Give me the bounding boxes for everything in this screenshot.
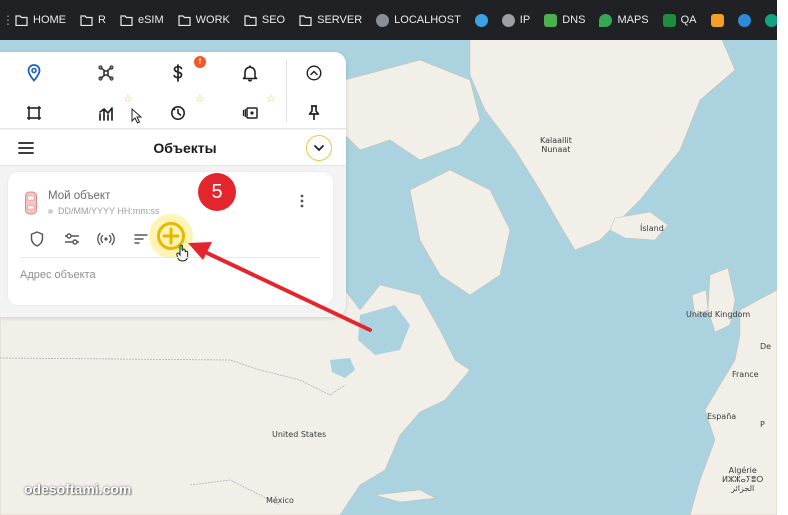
sort-icon[interactable]: [132, 230, 150, 248]
hamburger-menu-icon[interactable]: [18, 141, 34, 155]
folder-icon: [299, 14, 312, 26]
bookmark-seo[interactable]: SEO: [237, 8, 292, 32]
globe-icon: [501, 13, 515, 27]
card-divider: [20, 257, 320, 258]
map-label-de: De: [760, 342, 772, 351]
star-icon[interactable]: ☆: [195, 94, 205, 105]
map-label-mexico: México: [266, 496, 294, 505]
star-icon[interactable]: ☆: [123, 94, 133, 105]
gear-site-icon: [474, 13, 488, 27]
folder-icon: [120, 14, 133, 26]
map-label-france: France: [732, 370, 759, 379]
localhost-icon: [376, 13, 390, 27]
sliders-icon[interactable]: [63, 230, 81, 248]
status-dot: [48, 209, 53, 214]
window-edge: [777, 0, 788, 515]
drone-icon[interactable]: [96, 63, 116, 83]
step-number-badge: 5: [198, 173, 236, 211]
map-label-usa: United States: [272, 430, 327, 439]
apps-grip-icon[interactable]: ⋮: [0, 13, 14, 27]
object-address: Адрес объекта: [20, 269, 96, 281]
panel-toolbar: ! ☆ ☆ ☆: [0, 52, 346, 129]
bookmark-work[interactable]: WORK: [171, 8, 237, 32]
map-label-island: Ísland: [640, 224, 664, 233]
mail-icon: [710, 13, 724, 27]
folder-icon: [178, 14, 191, 26]
chevron-down-icon: [314, 145, 324, 152]
car-icon: [25, 191, 37, 215]
folder-icon: [80, 14, 93, 26]
history-clock-icon[interactable]: [168, 103, 188, 123]
map-label-algerie: Algérie ⵍⵣⵣⴰⵢⴻⵔ الجزائر: [722, 466, 764, 493]
bookmark-maps[interactable]: MAPS: [592, 8, 655, 32]
chevron-up-circle-icon[interactable]: [304, 63, 324, 83]
arctic-islands-land: [344, 59, 481, 161]
objects-header: Объекты: [0, 130, 346, 166]
shield-icon[interactable]: [28, 230, 46, 248]
hand-cursor-icon: [176, 244, 189, 262]
dollar-icon[interactable]: [168, 63, 188, 83]
baffin-island-land: [409, 169, 511, 296]
objects-panel: ! ☆ ☆ ☆ Объекты Мой объект DD/MM/YYYY HH…: [0, 52, 346, 317]
edge-icon: [737, 13, 751, 27]
maps-icon: [599, 13, 613, 27]
bookmark-server[interactable]: SERVER: [292, 8, 369, 32]
stats-chart-icon[interactable]: [96, 103, 116, 123]
bookmark-home[interactable]: HOME: [8, 8, 73, 32]
uk-land: [707, 267, 736, 333]
cuba-land: [374, 489, 436, 503]
folder-icon: [244, 14, 257, 26]
qa-icon: [662, 13, 676, 27]
map-label-p: P: [760, 420, 765, 429]
bookmark-gear-site[interactable]: [468, 8, 495, 32]
bell-icon[interactable]: [240, 63, 260, 83]
openai-icon: [764, 13, 778, 27]
bookmark-mail[interactable]: [704, 8, 731, 32]
watermark-text: odesoftami.com: [24, 481, 132, 497]
more-vertical-icon[interactable]: [300, 194, 304, 208]
map-label-espana: España: [707, 412, 737, 421]
bookmark-edge[interactable]: [731, 8, 758, 32]
crop-frame-icon[interactable]: [24, 103, 44, 123]
location-pin-icon[interactable]: [24, 63, 44, 83]
bookmark-localhost[interactable]: LOCALHOST: [369, 8, 468, 32]
signal-icon[interactable]: [97, 230, 115, 248]
playlist-icon[interactable]: [240, 103, 260, 123]
star-icon[interactable]: ☆: [266, 94, 276, 105]
toolbar-divider: [286, 60, 287, 122]
dns-icon: [544, 13, 558, 27]
pin-icon[interactable]: [304, 103, 324, 123]
object-date: DD/MM/YYYY HH:mm:ss: [58, 206, 160, 216]
map-label-uk: United Kingdom: [686, 310, 751, 319]
bookmark-qa[interactable]: QA: [656, 8, 704, 32]
map-label-kalaallit: Kalaallit Nunaat: [540, 136, 572, 154]
object-card[interactable]: Мой объект DD/MM/YYYY HH:mm:ss Адрес объ…: [8, 172, 333, 305]
folder-icon: [15, 14, 28, 26]
mouse-cursor-icon: [131, 108, 142, 124]
bookmark-esim[interactable]: eSIM: [113, 8, 171, 32]
bookmarks-bar: ⋮ HOME R eSIM WORK SEO SERVER LOCALHOST …: [0, 0, 788, 40]
bookmark-r[interactable]: R: [73, 8, 113, 32]
greenland-land: [469, 40, 736, 251]
bookmark-ip[interactable]: IP: [495, 8, 537, 32]
object-name: Мой объект: [48, 190, 111, 202]
objects-title: Объекты: [153, 140, 217, 156]
bookmark-dns[interactable]: DNS: [537, 8, 592, 32]
dollar-badge: !: [194, 56, 206, 68]
collapse-button[interactable]: [306, 135, 332, 161]
